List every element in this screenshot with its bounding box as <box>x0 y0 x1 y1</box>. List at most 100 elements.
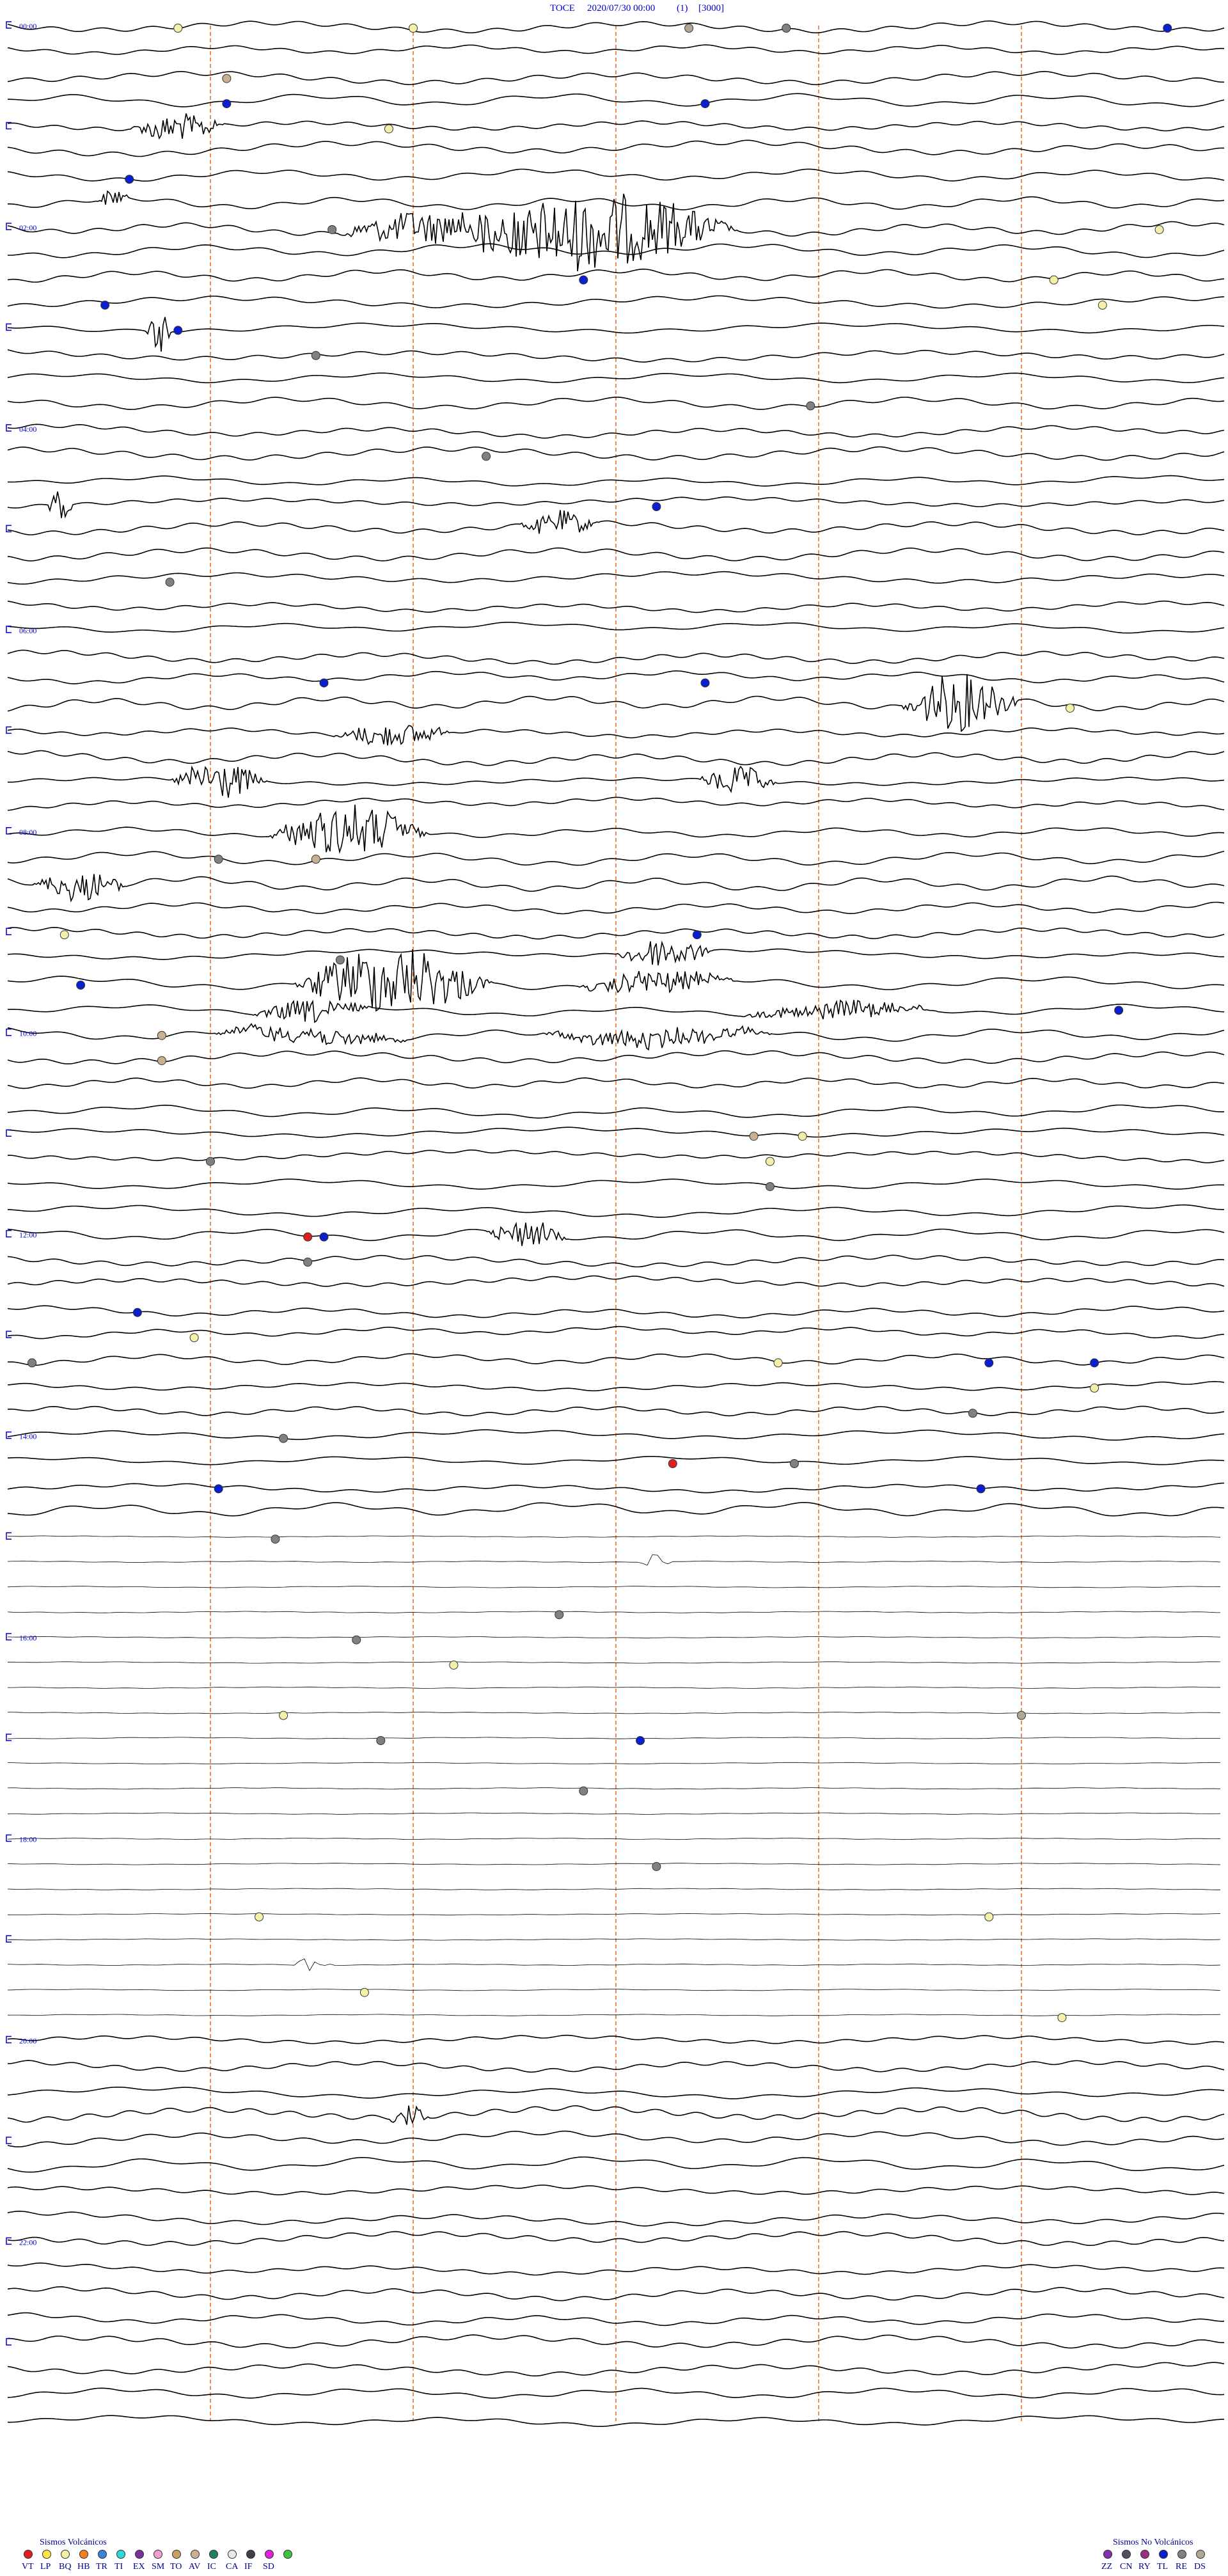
event-marker-bq-58 <box>449 1660 459 1670</box>
event-marker-tl-42 <box>132 1308 142 1317</box>
legend-volcanic-swatch-9 <box>191 2550 200 2559</box>
event-marker-tl-40 <box>319 1232 329 1242</box>
event-marker-tl-16 <box>173 326 183 335</box>
legend-volcanic-swatch-10 <box>209 2550 218 2559</box>
event-marker-tl-20 <box>652 502 661 511</box>
event-marker-re-55 <box>271 1535 280 1544</box>
legend-nonvolcanic-swatch-3 <box>1159 2550 1168 2559</box>
legend-volcanic-code-13: SD <box>263 2562 274 2572</box>
event-marker-tl-53 <box>214 1484 223 1494</box>
event-marker-ds-60 <box>1017 1711 1026 1720</box>
legend-volcanic-title: Sismos Volcánicos <box>40 2538 107 2547</box>
event-marker-vt-52 <box>668 1459 677 1468</box>
event-marker-re-25 <box>214 855 223 864</box>
event-marker-bq-45 <box>773 1358 783 1368</box>
event-marker-re-17 <box>311 351 320 360</box>
event-marker-bq-8 <box>384 124 393 134</box>
legend-volcanic-code-7: SM <box>152 2562 165 2572</box>
event-marker-tl-30 <box>76 981 86 990</box>
hour-label-8: 16:00 <box>19 1634 36 1643</box>
event-marker-re-50 <box>279 1434 288 1443</box>
hour-label-0: 00:00 <box>19 22 36 31</box>
event-marker-tl-23 <box>700 678 710 688</box>
legend-nonvolcanic-swatch-4 <box>1177 2550 1186 2559</box>
event-marker-re-64 <box>652 1861 661 1871</box>
hour-label-3: 06:00 <box>19 626 36 635</box>
hour-label-1: 02:00 <box>19 223 36 232</box>
legend-volcanic-swatch-4 <box>98 2550 107 2559</box>
hour-label-6: 12:00 <box>19 1231 36 1240</box>
event-marker-av-33 <box>157 1056 166 1066</box>
legend-volcanic-swatch-0 <box>24 2550 33 2559</box>
header-channel: (1) <box>677 3 688 13</box>
hour-label-7: 14:00 <box>19 1432 36 1441</box>
legend-volcanic-code-2: BQ <box>59 2562 71 2572</box>
event-marker-bq-15 <box>1098 301 1107 310</box>
event-marker-bq-34 <box>798 1132 807 1141</box>
hour-label-2: 04:00 <box>19 425 36 434</box>
legend-volcanic-code-9: AV <box>189 2562 200 2572</box>
legend-nonvolcanic-code-4: RE <box>1176 2562 1187 2572</box>
event-marker-vt-39 <box>303 1232 313 1242</box>
legend-nonvolcanic-code-3: TL <box>1157 2562 1168 2572</box>
event-marker-bq-11 <box>1154 225 1164 234</box>
event-marker-bq-1 <box>409 24 418 33</box>
legend-volcanic-swatch-8 <box>172 2550 181 2559</box>
event-marker-re-19 <box>482 452 491 461</box>
legend-volcanic-swatch-11 <box>228 2550 237 2559</box>
event-marker-tl-7 <box>700 99 710 109</box>
legend-volcanic-code-1: LP <box>40 2562 51 2572</box>
event-marker-bq-24 <box>1066 703 1075 713</box>
event-marker-ds-2 <box>684 24 694 33</box>
legend-volcanic-code-6: EX <box>133 2562 145 2572</box>
event-marker-bq-48 <box>1090 1383 1099 1393</box>
hour-label-10: 20:00 <box>19 2036 36 2045</box>
legend-nonvolcanic-code-1: CN <box>1120 2562 1132 2572</box>
event-marker-tl-47 <box>1090 1358 1099 1368</box>
header-datetime: 2020/07/30 00:00 <box>587 3 655 13</box>
legend-nonvolcanic-swatch-1 <box>1122 2550 1131 2559</box>
event-marker-tl-54 <box>976 1484 986 1494</box>
event-marker-bq-43 <box>189 1333 199 1343</box>
legend-nonvolcanic-code-5: DS <box>1194 2562 1206 2572</box>
legend-volcanic-swatch-5 <box>116 2550 125 2559</box>
legend-volcanic-swatch-3 <box>79 2550 88 2559</box>
hour-label-4: 08:00 <box>19 828 36 837</box>
legend-nonvolcanic-swatch-0 <box>1103 2550 1112 2559</box>
event-marker-re-62 <box>376 1736 386 1746</box>
event-marker-re-37 <box>206 1157 215 1166</box>
legend-nonvolcanic-code-0: ZZ <box>1101 2562 1112 2572</box>
legend-volcanic-code-3: HB <box>77 2562 90 2572</box>
helicorder-chart: 00:00 02:00 04:00 06:00 08:00 10:00 12:00 14:00… <box>0 0 1228 2576</box>
legend-nonvolcanic-code-2: RY <box>1138 2562 1151 2572</box>
event-marker-bq-66 <box>984 1912 994 1922</box>
event-marker-av-32 <box>157 1031 166 1040</box>
event-marker-bq-59 <box>279 1711 288 1720</box>
legend-volcanic-swatch-1 <box>42 2550 51 2559</box>
event-marker-tl-22 <box>319 678 329 688</box>
event-marker-bq-36 <box>765 1157 775 1166</box>
legend-volcanic-code-11: CA <box>226 2562 239 2572</box>
event-marker-tl-6 <box>222 99 232 109</box>
event-marker-tl-28 <box>692 930 702 940</box>
event-marker-av-35 <box>749 1132 759 1141</box>
event-marker-re-3 <box>782 24 791 33</box>
event-marker-re-49 <box>968 1409 977 1418</box>
legend-volcanic-swatch-14 <box>283 2550 292 2559</box>
header-scale: [3000] <box>698 3 724 13</box>
legend-volcanic-code-4: TR <box>96 2562 108 2572</box>
event-marker-re-18 <box>806 401 815 411</box>
event-marker-re-10 <box>327 225 337 234</box>
legend-volcanic-swatch-12 <box>246 2550 255 2559</box>
event-marker-re-56 <box>555 1610 564 1620</box>
legend-nonvolcanic-swatch-5 <box>1196 2550 1205 2559</box>
legend-volcanic-swatch-6 <box>135 2550 144 2559</box>
legend-volcanic-swatch-7 <box>154 2550 162 2559</box>
event-marker-bq-27 <box>59 930 69 940</box>
event-marker-re-57 <box>352 1635 361 1645</box>
event-marker-bq-0 <box>173 24 183 33</box>
event-marker-av-26 <box>311 855 320 864</box>
event-marker-tl-61 <box>636 1736 645 1746</box>
event-marker-tl-4 <box>1163 24 1172 33</box>
legend-volcanic-code-5: TI <box>114 2562 123 2572</box>
